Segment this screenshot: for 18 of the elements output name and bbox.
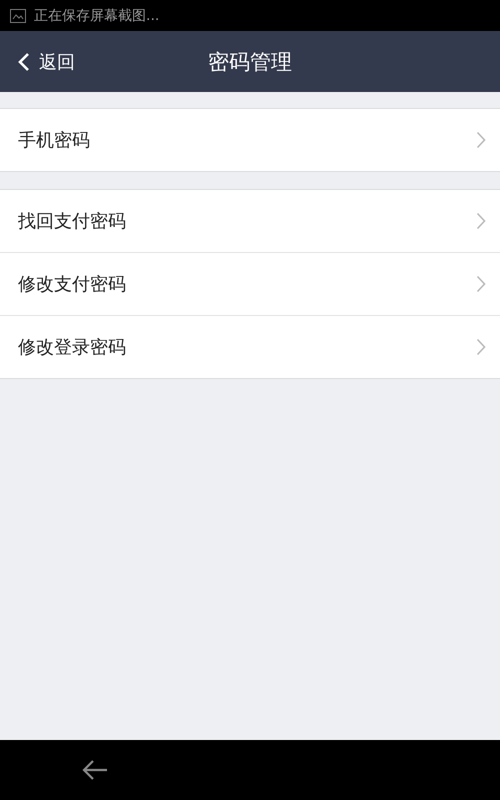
- list-item[interactable]: 找回支付密码: [0, 190, 500, 252]
- item-label: 找回支付密码: [18, 210, 126, 233]
- item-label: 修改登录密码: [18, 336, 126, 359]
- chevron-right-icon: [476, 275, 486, 293]
- chevron-left-icon: [18, 52, 30, 72]
- list-item[interactable]: 修改支付密码: [0, 252, 500, 315]
- page-title: 密码管理: [208, 48, 292, 76]
- chevron-right-icon: [476, 212, 486, 230]
- item-label: 手机密码: [18, 129, 90, 152]
- item-label: 修改支付密码: [18, 273, 126, 296]
- notification-text: 正在保存屏幕截图...: [34, 6, 160, 24]
- chevron-right-icon: [476, 131, 486, 149]
- list-item[interactable]: 修改登录密码: [0, 315, 500, 378]
- chevron-right-icon: [476, 338, 486, 356]
- back-arrow-icon[interactable]: [81, 758, 109, 782]
- back-button[interactable]: 返回: [16, 46, 77, 78]
- list-item[interactable]: 手机密码: [0, 109, 500, 171]
- image-icon: [10, 8, 26, 22]
